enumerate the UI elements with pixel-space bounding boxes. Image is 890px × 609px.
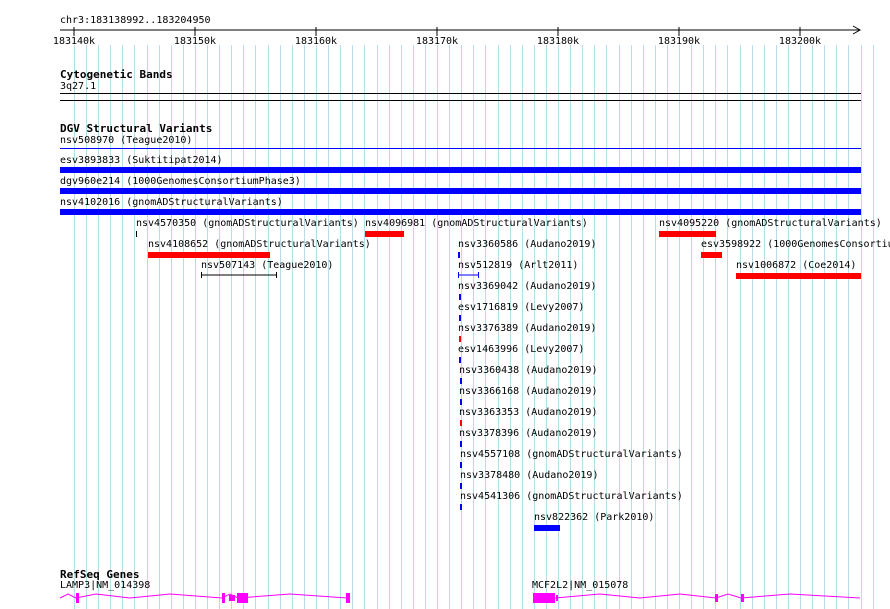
variant-label[interactable]: esv3598922 (1000GenomesConsortiu xyxy=(701,239,890,251)
variant-bar[interactable] xyxy=(60,209,861,215)
exon xyxy=(222,593,225,603)
exon xyxy=(715,594,718,602)
ruler-tick-label: 183180k xyxy=(536,36,580,47)
variant-bar[interactable] xyxy=(459,294,461,300)
variant-label[interactable]: nsv3360438 (Audano2019) xyxy=(459,365,597,377)
cytoband-outline-top xyxy=(60,93,861,94)
variant-bar[interactable] xyxy=(460,462,462,468)
variant-bar[interactable] xyxy=(460,504,462,510)
variant-label[interactable]: nsv3363353 (Audano2019) xyxy=(459,407,597,419)
variant-label[interactable]: nsv4570350 (gnomADStructuralVariants) xyxy=(136,218,359,230)
variant-bar[interactable] xyxy=(201,271,277,279)
track-title-cytoband: Cytogenetic Bands xyxy=(60,68,173,81)
genome-browser-view: chr3:183138992..183204950 183140k 183150… xyxy=(0,0,890,609)
variant-bar[interactable] xyxy=(534,525,560,531)
exon xyxy=(533,593,555,603)
variant-label[interactable]: nsv4096981 (gnomADStructuralVariants) xyxy=(365,218,588,230)
variant-label[interactable]: nsv3376389 (Audano2019) xyxy=(458,323,596,335)
ruler-tick-label: 183190k xyxy=(657,36,701,47)
variant-label[interactable]: nsv3360586 (Audano2019) xyxy=(458,239,596,251)
variant-label[interactable]: esv3893833 (Suktitipat2014) xyxy=(60,155,223,167)
variant-bar[interactable] xyxy=(459,357,461,363)
variant-bar[interactable] xyxy=(60,188,861,194)
variant-label[interactable]: nsv3366168 (Audano2019) xyxy=(459,386,597,398)
exon xyxy=(346,593,350,603)
track-title-dgv: DGV Structural Variants xyxy=(60,122,213,135)
variant-bar[interactable] xyxy=(459,315,461,321)
variant-bar[interactable] xyxy=(659,231,716,237)
variant-bar[interactable] xyxy=(60,148,861,149)
variant-label[interactable]: nsv3378396 (Audano2019) xyxy=(459,428,597,440)
variant-label[interactable]: nsv4108652 (gnomADStructuralVariants) xyxy=(148,239,371,251)
ruler-tick-label: 183170k xyxy=(415,36,459,47)
variant-label[interactable]: esv1716819 (Levy2007) xyxy=(458,302,584,314)
variant-label[interactable]: dgv960e214 (1000GenomesConsortiumPhase3) xyxy=(60,176,301,188)
exon xyxy=(229,595,235,601)
background-grid xyxy=(74,45,874,609)
gene-models[interactable] xyxy=(0,590,890,609)
variant-bar[interactable] xyxy=(460,420,462,426)
variant-bar[interactable] xyxy=(458,271,480,279)
variant-label[interactable]: nsv3378480 (Audano2019) xyxy=(460,470,598,482)
variant-bar[interactable] xyxy=(136,231,137,237)
variant-label[interactable]: nsv1006872 (Coe2014) xyxy=(736,260,856,272)
variant-bar[interactable] xyxy=(365,231,404,237)
intron-line xyxy=(59,593,348,599)
ruler-tick-label: 183150k xyxy=(173,36,217,47)
exon xyxy=(741,594,744,602)
variant-bar[interactable] xyxy=(701,252,722,258)
variant-bar[interactable] xyxy=(460,399,462,405)
variant-bar[interactable] xyxy=(148,252,270,258)
variant-label[interactable]: nsv4541306 (gnomADStructuralVariants) xyxy=(460,491,683,503)
variant-label[interactable]: nsv4102016 (gnomADStructuralVariants) xyxy=(60,197,283,209)
variant-label[interactable]: nsv4557108 (gnomADStructuralVariants) xyxy=(460,449,683,461)
variant-label[interactable]: esv1463996 (Levy2007) xyxy=(458,344,584,356)
variant-bar[interactable] xyxy=(459,336,461,342)
variant-bar[interactable] xyxy=(460,441,462,447)
ruler-tick-label: 183160k xyxy=(294,36,338,47)
variant-label[interactable]: nsv508970 (Teague2010) xyxy=(60,135,192,147)
ruler-axis xyxy=(60,25,862,36)
variant-bar[interactable] xyxy=(458,252,460,258)
variant-bar[interactable] xyxy=(736,273,861,279)
variant-label[interactable]: nsv4095220 (gnomADStructuralVariants) xyxy=(659,218,882,230)
cytoband-outline-bottom xyxy=(60,100,861,101)
exon xyxy=(76,593,79,603)
ruler-tick-label: 183200k xyxy=(778,36,822,47)
variant-label[interactable]: nsv3369042 (Audano2019) xyxy=(458,281,596,293)
intron-line xyxy=(554,593,861,599)
variant-bar[interactable] xyxy=(460,483,462,489)
exon xyxy=(556,595,558,601)
ruler-tick-label: 183140k xyxy=(52,36,96,47)
exon xyxy=(237,593,248,603)
variant-label[interactable]: nsv822362 (Park2010) xyxy=(534,512,654,524)
cytoband-label: 3q27.1 xyxy=(60,81,97,92)
variant-bar[interactable] xyxy=(60,167,861,173)
variant-bar[interactable] xyxy=(460,378,462,384)
